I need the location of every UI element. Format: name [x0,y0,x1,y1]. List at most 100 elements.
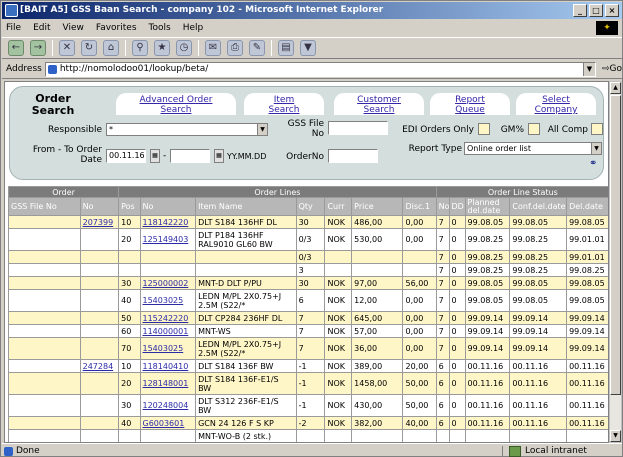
cell-line-no[interactable]: 114000001 [139,324,197,338]
cell-line-no[interactable]: 120248004 [139,394,197,417]
cell-sno: 7 [435,276,450,290]
responsible-select[interactable]: * ▼ [106,123,268,136]
close-button[interactable]: × [605,4,619,17]
favorites-icon[interactable]: ★ [154,40,170,56]
calendar-icon[interactable]: ▦ [150,149,160,163]
cell-order-no[interactable]: 207399 [79,215,120,229]
menu-view[interactable]: View [63,23,84,33]
edit-icon[interactable]: ✎ [249,40,265,56]
cell-line-no[interactable]: 125149403 [139,228,197,251]
cell-qty: 0/3 [295,228,326,251]
tab-report-queue[interactable]: Report Queue [430,93,510,115]
cell-conf: 99.08.25 [509,228,568,251]
item-link[interactable]: 115242220 [143,314,189,323]
cell-conf: 00.11.16 [509,394,568,417]
table-row: 20 128148001 DLT S184 136F-E1/S BW -1 NOK 145… [8,372,608,395]
tab-item-search[interactable]: Item Search [244,93,324,115]
tab-customer-search[interactable]: Customer Search [334,93,424,115]
cell-line-no[interactable]: 128148001 [139,372,197,395]
tab-label: Queue [455,105,485,115]
cell-curr: NOK [324,394,353,417]
cell-dd: 0 [448,215,466,229]
item-link[interactable]: 125149403 [143,235,189,244]
order-link[interactable]: 207399 [83,218,114,227]
cell-item: DLT S184 136F-E1/S BW [195,372,297,395]
tab-select-company[interactable]: Select Company [516,93,596,115]
scroll-down-icon[interactable]: ▼ [610,430,621,442]
minimize-button[interactable]: _ [573,4,587,17]
discuss-icon[interactable]: ▤ [278,40,294,56]
edi-orders-checkbox[interactable] [478,123,490,135]
order-no-input[interactable] [328,149,378,163]
search-icon[interactable]: ⚲ [132,40,148,56]
tab-advanced-order-search[interactable]: Advanced Order Search [116,93,236,115]
item-link[interactable]: 118142220 [143,218,189,227]
cell-line-no[interactable]: 15403025 [139,337,197,360]
column-header-del-date: Del.date [566,197,608,216]
chevron-down-icon[interactable]: ▼ [582,62,595,76]
cell-price: 57,00 [351,324,404,338]
report-type-select[interactable]: Online order list ▼ [464,142,602,155]
all-comp-checkbox[interactable] [591,123,603,135]
to-date-input[interactable] [170,149,210,163]
cell-gss [8,416,81,430]
cell-order-no [79,337,120,360]
cell-line-no[interactable]: G6003601 [139,416,197,430]
menu-tools[interactable]: Tools [149,23,171,33]
address-input[interactable]: http://nomolodoo01/lookup/beta/ ▼ [44,61,596,77]
item-link[interactable]: 114000001 [143,327,189,336]
gss-file-input[interactable] [328,121,388,135]
tab-order-search[interactable]: Order Search [18,93,88,117]
column-header-price: Price [351,197,404,216]
maximize-button[interactable]: □ [589,4,603,17]
menu-edit[interactable]: Edit [33,23,50,33]
column-header-disc: Disc.1 [402,197,437,216]
cell-order-no[interactable]: 247284 [79,359,120,373]
menu-file[interactable]: File [6,23,21,33]
cell-line-no[interactable]: 125000002 [139,276,197,290]
calendar-icon[interactable]: ▦ [214,149,224,163]
table-row: 30 125000002 MNT-D DLT P/PU 30 NOK 97,00 56,00… [8,276,608,290]
item-link[interactable]: 15403025 [143,344,184,353]
refresh-icon[interactable]: ↻ [81,40,97,56]
item-link[interactable]: 128148001 [143,379,189,388]
cell-item: DLT CP284 236HF DL [195,311,297,325]
cell-price: 36,00 [351,337,404,360]
forward-icon[interactable]: → [30,40,46,56]
scroll-up-icon[interactable]: ▲ [610,82,621,94]
tab-label: Item [273,95,295,105]
cell-line-no[interactable]: 115242220 [139,311,197,325]
print-icon[interactable]: ⎙ [227,40,243,56]
menu-help[interactable]: Help [183,23,204,33]
cell-disc [402,250,437,264]
item-link[interactable]: 125000002 [143,279,189,288]
cell-planned: 99.08.25 [464,250,511,264]
cell-line-no[interactable]: 118140410 [139,359,197,373]
go-button[interactable]: ⇨Go [602,64,622,74]
order-link[interactable]: 247284 [83,362,114,371]
cell-gss [8,215,81,229]
edi-orders-label: EDI Orders Only [402,125,474,135]
binoculars-search-icon[interactable]: ⚭ [589,159,605,169]
cell-disc: 0,00 [402,337,437,360]
date-dash: - [163,151,167,161]
cell-price: 1458,00 [351,372,404,395]
vertical-scrollbar[interactable]: ▲ ▼ [609,81,622,443]
messenger-icon[interactable]: ▼ [300,40,316,56]
history-icon[interactable]: ◷ [176,40,192,56]
stop-icon[interactable]: ✕ [59,40,75,56]
gm-checkbox[interactable] [528,123,540,135]
item-link[interactable]: 120248004 [143,401,189,410]
item-link[interactable]: G6003601 [143,419,185,428]
cell-line-no[interactable]: 118142220 [139,215,197,229]
cell-dd: 0 [448,311,466,325]
from-date-input[interactable]: 00.11.16 [106,149,146,163]
cell-line-no[interactable]: 15403025 [139,289,197,312]
mail-icon[interactable]: ✉ [205,40,221,56]
home-icon[interactable]: ⌂ [103,40,119,56]
menu-favorites[interactable]: Favorites [96,23,137,33]
back-icon[interactable]: ← [8,40,24,56]
item-link[interactable]: 15403025 [143,296,184,305]
item-link[interactable]: 118140410 [143,362,189,371]
scroll-thumb[interactable] [610,95,621,395]
